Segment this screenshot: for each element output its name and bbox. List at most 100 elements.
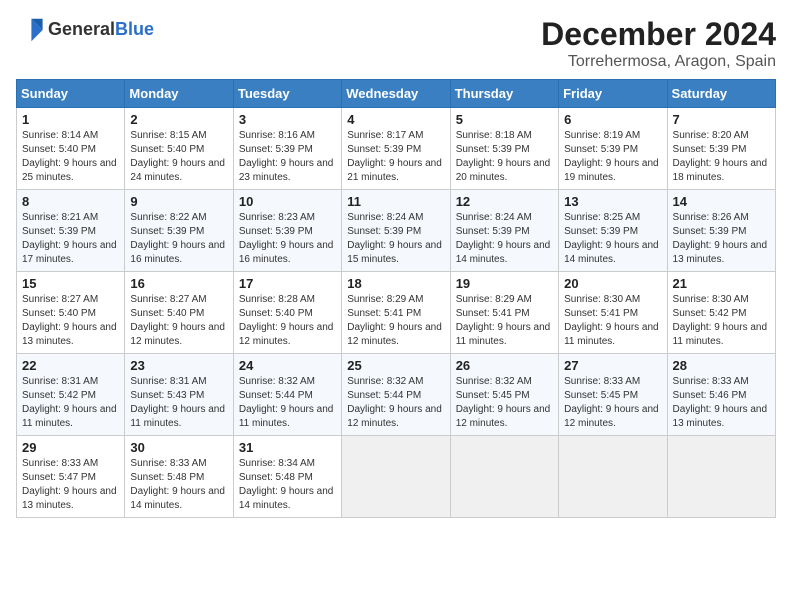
cell-content: Sunrise: 8:33 AMSunset: 5:47 PMDaylight:… — [22, 458, 117, 511]
cell-content: Sunrise: 8:25 AMSunset: 5:39 PMDaylight:… — [564, 212, 659, 265]
day-number: 21 — [673, 276, 770, 291]
cell-content: Sunrise: 8:14 AMSunset: 5:40 PMDaylight:… — [22, 130, 117, 183]
cell-content: Sunrise: 8:27 AMSunset: 5:40 PMDaylight:… — [130, 294, 225, 347]
day-number: 27 — [564, 358, 661, 373]
calendar-cell: 10 Sunrise: 8:23 AMSunset: 5:39 PMDaylig… — [233, 190, 341, 272]
day-header-saturday: Saturday — [667, 80, 775, 108]
calendar-cell: 22 Sunrise: 8:31 AMSunset: 5:42 PMDaylig… — [17, 354, 125, 436]
title-block: December 2024 Torrehermosa, Aragon, Spai… — [541, 16, 776, 71]
day-number: 19 — [456, 276, 553, 291]
cell-content: Sunrise: 8:24 AMSunset: 5:39 PMDaylight:… — [347, 212, 442, 265]
calendar-cell: 3 Sunrise: 8:16 AMSunset: 5:39 PMDayligh… — [233, 108, 341, 190]
day-number: 28 — [673, 358, 770, 373]
day-number: 18 — [347, 276, 444, 291]
logo: GeneralBlue — [16, 16, 154, 44]
calendar-cell: 25 Sunrise: 8:32 AMSunset: 5:44 PMDaylig… — [342, 354, 450, 436]
calendar-week-5: 29 Sunrise: 8:33 AMSunset: 5:47 PMDaylig… — [17, 436, 776, 518]
day-header-thursday: Thursday — [450, 80, 558, 108]
location-title: Torrehermosa, Aragon, Spain — [541, 53, 776, 71]
calendar-cell — [559, 436, 667, 518]
day-number: 4 — [347, 112, 444, 127]
logo-text-blue: Blue — [115, 19, 154, 39]
calendar-cell: 30 Sunrise: 8:33 AMSunset: 5:48 PMDaylig… — [125, 436, 233, 518]
day-number: 20 — [564, 276, 661, 291]
day-header-sunday: Sunday — [17, 80, 125, 108]
day-header-wednesday: Wednesday — [342, 80, 450, 108]
calendar-cell: 9 Sunrise: 8:22 AMSunset: 5:39 PMDayligh… — [125, 190, 233, 272]
day-number: 15 — [22, 276, 119, 291]
cell-content: Sunrise: 8:19 AMSunset: 5:39 PMDaylight:… — [564, 130, 659, 183]
day-number: 24 — [239, 358, 336, 373]
day-number: 6 — [564, 112, 661, 127]
logo-text-general: General — [48, 19, 115, 39]
calendar-week-3: 15 Sunrise: 8:27 AMSunset: 5:40 PMDaylig… — [17, 272, 776, 354]
calendar-cell — [342, 436, 450, 518]
calendar-cell: 8 Sunrise: 8:21 AMSunset: 5:39 PMDayligh… — [17, 190, 125, 272]
cell-content: Sunrise: 8:34 AMSunset: 5:48 PMDaylight:… — [239, 458, 334, 511]
calendar-cell — [667, 436, 775, 518]
day-number: 8 — [22, 194, 119, 209]
cell-content: Sunrise: 8:33 AMSunset: 5:48 PMDaylight:… — [130, 458, 225, 511]
calendar-cell: 18 Sunrise: 8:29 AMSunset: 5:41 PMDaylig… — [342, 272, 450, 354]
cell-content: Sunrise: 8:27 AMSunset: 5:40 PMDaylight:… — [22, 294, 117, 347]
page-header: GeneralBlue December 2024 Torrehermosa, … — [16, 16, 776, 71]
day-header-monday: Monday — [125, 80, 233, 108]
calendar-cell: 6 Sunrise: 8:19 AMSunset: 5:39 PMDayligh… — [559, 108, 667, 190]
calendar-cell: 20 Sunrise: 8:30 AMSunset: 5:41 PMDaylig… — [559, 272, 667, 354]
cell-content: Sunrise: 8:32 AMSunset: 5:44 PMDaylight:… — [347, 376, 442, 429]
calendar-cell: 21 Sunrise: 8:30 AMSunset: 5:42 PMDaylig… — [667, 272, 775, 354]
day-number: 12 — [456, 194, 553, 209]
calendar-cell: 12 Sunrise: 8:24 AMSunset: 5:39 PMDaylig… — [450, 190, 558, 272]
cell-content: Sunrise: 8:16 AMSunset: 5:39 PMDaylight:… — [239, 130, 334, 183]
cell-content: Sunrise: 8:18 AMSunset: 5:39 PMDaylight:… — [456, 130, 551, 183]
day-number: 13 — [564, 194, 661, 209]
calendar-table: SundayMondayTuesdayWednesdayThursdayFrid… — [16, 79, 776, 518]
day-header-friday: Friday — [559, 80, 667, 108]
day-number: 9 — [130, 194, 227, 209]
calendar-cell: 27 Sunrise: 8:33 AMSunset: 5:45 PMDaylig… — [559, 354, 667, 436]
day-number: 2 — [130, 112, 227, 127]
cell-content: Sunrise: 8:28 AMSunset: 5:40 PMDaylight:… — [239, 294, 334, 347]
calendar-week-2: 8 Sunrise: 8:21 AMSunset: 5:39 PMDayligh… — [17, 190, 776, 272]
day-number: 16 — [130, 276, 227, 291]
day-number: 30 — [130, 440, 227, 455]
day-number: 25 — [347, 358, 444, 373]
cell-content: Sunrise: 8:21 AMSunset: 5:39 PMDaylight:… — [22, 212, 117, 265]
calendar-cell: 16 Sunrise: 8:27 AMSunset: 5:40 PMDaylig… — [125, 272, 233, 354]
day-number: 11 — [347, 194, 444, 209]
calendar-cell: 4 Sunrise: 8:17 AMSunset: 5:39 PMDayligh… — [342, 108, 450, 190]
calendar-cell: 26 Sunrise: 8:32 AMSunset: 5:45 PMDaylig… — [450, 354, 558, 436]
cell-content: Sunrise: 8:30 AMSunset: 5:41 PMDaylight:… — [564, 294, 659, 347]
calendar-cell: 15 Sunrise: 8:27 AMSunset: 5:40 PMDaylig… — [17, 272, 125, 354]
day-header-tuesday: Tuesday — [233, 80, 341, 108]
cell-content: Sunrise: 8:15 AMSunset: 5:40 PMDaylight:… — [130, 130, 225, 183]
cell-content: Sunrise: 8:32 AMSunset: 5:44 PMDaylight:… — [239, 376, 334, 429]
cell-content: Sunrise: 8:30 AMSunset: 5:42 PMDaylight:… — [673, 294, 768, 347]
cell-content: Sunrise: 8:24 AMSunset: 5:39 PMDaylight:… — [456, 212, 551, 265]
calendar-cell: 29 Sunrise: 8:33 AMSunset: 5:47 PMDaylig… — [17, 436, 125, 518]
calendar-cell: 14 Sunrise: 8:26 AMSunset: 5:39 PMDaylig… — [667, 190, 775, 272]
calendar-cell: 28 Sunrise: 8:33 AMSunset: 5:46 PMDaylig… — [667, 354, 775, 436]
day-number: 7 — [673, 112, 770, 127]
calendar-header-row: SundayMondayTuesdayWednesdayThursdayFrid… — [17, 80, 776, 108]
month-title: December 2024 — [541, 16, 776, 53]
calendar-cell: 31 Sunrise: 8:34 AMSunset: 5:48 PMDaylig… — [233, 436, 341, 518]
cell-content: Sunrise: 8:29 AMSunset: 5:41 PMDaylight:… — [456, 294, 551, 347]
calendar-week-1: 1 Sunrise: 8:14 AMSunset: 5:40 PMDayligh… — [17, 108, 776, 190]
calendar-cell: 2 Sunrise: 8:15 AMSunset: 5:40 PMDayligh… — [125, 108, 233, 190]
day-number: 1 — [22, 112, 119, 127]
cell-content: Sunrise: 8:29 AMSunset: 5:41 PMDaylight:… — [347, 294, 442, 347]
cell-content: Sunrise: 8:31 AMSunset: 5:42 PMDaylight:… — [22, 376, 117, 429]
calendar-cell: 11 Sunrise: 8:24 AMSunset: 5:39 PMDaylig… — [342, 190, 450, 272]
cell-content: Sunrise: 8:23 AMSunset: 5:39 PMDaylight:… — [239, 212, 334, 265]
day-number: 22 — [22, 358, 119, 373]
day-number: 5 — [456, 112, 553, 127]
day-number: 29 — [22, 440, 119, 455]
cell-content: Sunrise: 8:22 AMSunset: 5:39 PMDaylight:… — [130, 212, 225, 265]
day-number: 3 — [239, 112, 336, 127]
calendar-cell: 24 Sunrise: 8:32 AMSunset: 5:44 PMDaylig… — [233, 354, 341, 436]
cell-content: Sunrise: 8:33 AMSunset: 5:45 PMDaylight:… — [564, 376, 659, 429]
calendar-cell: 7 Sunrise: 8:20 AMSunset: 5:39 PMDayligh… — [667, 108, 775, 190]
calendar-cell: 1 Sunrise: 8:14 AMSunset: 5:40 PMDayligh… — [17, 108, 125, 190]
cell-content: Sunrise: 8:32 AMSunset: 5:45 PMDaylight:… — [456, 376, 551, 429]
